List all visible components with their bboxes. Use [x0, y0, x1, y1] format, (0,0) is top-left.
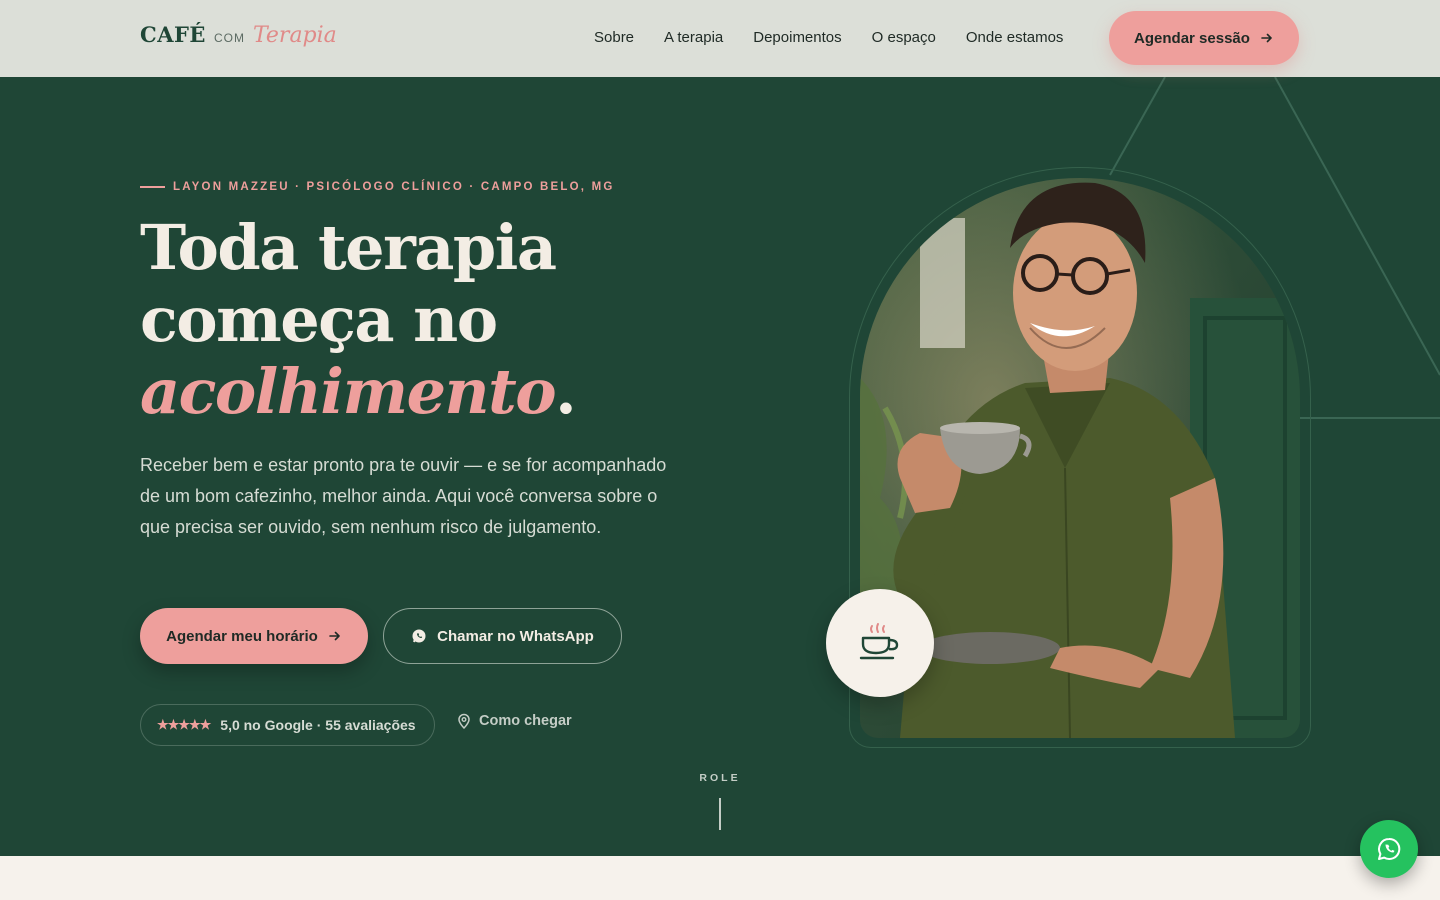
scroll-label: ROLE [699, 772, 741, 784]
coffee-badge [826, 589, 934, 697]
headline-accent: acolhimento [140, 355, 557, 428]
rating-text: 5,0 no Google · 55 avaliações [220, 717, 416, 733]
logo-cafe-text: CAFÉ [140, 22, 206, 47]
nav-link-depoimentos[interactable]: Depoimentos [753, 29, 841, 46]
logo-terapia-text: Terapia [252, 23, 337, 48]
scroll-indicator[interactable]: ROLE [690, 772, 750, 830]
nav-link-a-terapia[interactable]: A terapia [664, 29, 723, 46]
brand-logo[interactable]: CAFÉ COM Terapia [140, 22, 337, 48]
nav-link-o-espaco[interactable]: O espaço [872, 29, 936, 46]
eyebrow-text: LAYON MAZZEU · PSICÓLOGO CLÍNICO · CAMPO… [173, 181, 615, 193]
hero-eyebrow: LAYON MAZZEU · PSICÓLOGO CLÍNICO · CAMPO… [140, 181, 615, 193]
star-rating-icon: ★★★★★ [157, 717, 211, 732]
headline-period: . [555, 355, 577, 428]
schedule-appointment-label: Agendar meu horário [166, 627, 318, 645]
schedule-session-label: Agendar sessão [1134, 29, 1250, 47]
nav-links: Sobre A terapia Depoimentos O espaço Ond… [594, 29, 1063, 46]
whatsapp-chat-button[interactable]: Chamar no WhatsApp [383, 608, 622, 664]
scroll-line [719, 798, 721, 830]
arrow-right-icon [329, 631, 340, 641]
logo-com-text: COM [213, 31, 245, 45]
hero-headline: Toda terapia começa no acolhimento. [140, 212, 700, 428]
google-rating-badge[interactable]: ★★★★★ 5,0 no Google · 55 avaliações [140, 704, 435, 746]
coffee-cup-icon [859, 623, 899, 660]
whatsapp-icon [1378, 837, 1401, 860]
eyebrow-divider [140, 186, 165, 188]
schedule-appointment-button[interactable]: Agendar meu horário [140, 608, 368, 664]
hero-lead-text: Receber bem e estar pronto pra te ouvir … [140, 455, 667, 537]
headline-line-1: Toda terapia [140, 211, 557, 284]
schedule-session-button[interactable]: Agendar sessão [1109, 11, 1299, 65]
whatsapp-floating-button[interactable] [1360, 820, 1418, 878]
top-navbar: CAFÉ COM Terapia Sobre A terapia Depoime… [0, 0, 1440, 77]
whatsapp-icon [412, 629, 426, 643]
map-pin-icon [458, 713, 470, 729]
whatsapp-chat-label: Chamar no WhatsApp [437, 627, 594, 645]
directions-label: Como chegar [479, 713, 572, 729]
nav-link-onde-estamos[interactable]: Onde estamos [966, 29, 1064, 46]
directions-link[interactable]: Como chegar [457, 713, 572, 729]
headline-line-2: começa no [140, 283, 498, 356]
arrow-right-icon [1261, 33, 1272, 43]
nav-link-sobre[interactable]: Sobre [594, 29, 634, 46]
next-section-edge [0, 856, 1440, 900]
